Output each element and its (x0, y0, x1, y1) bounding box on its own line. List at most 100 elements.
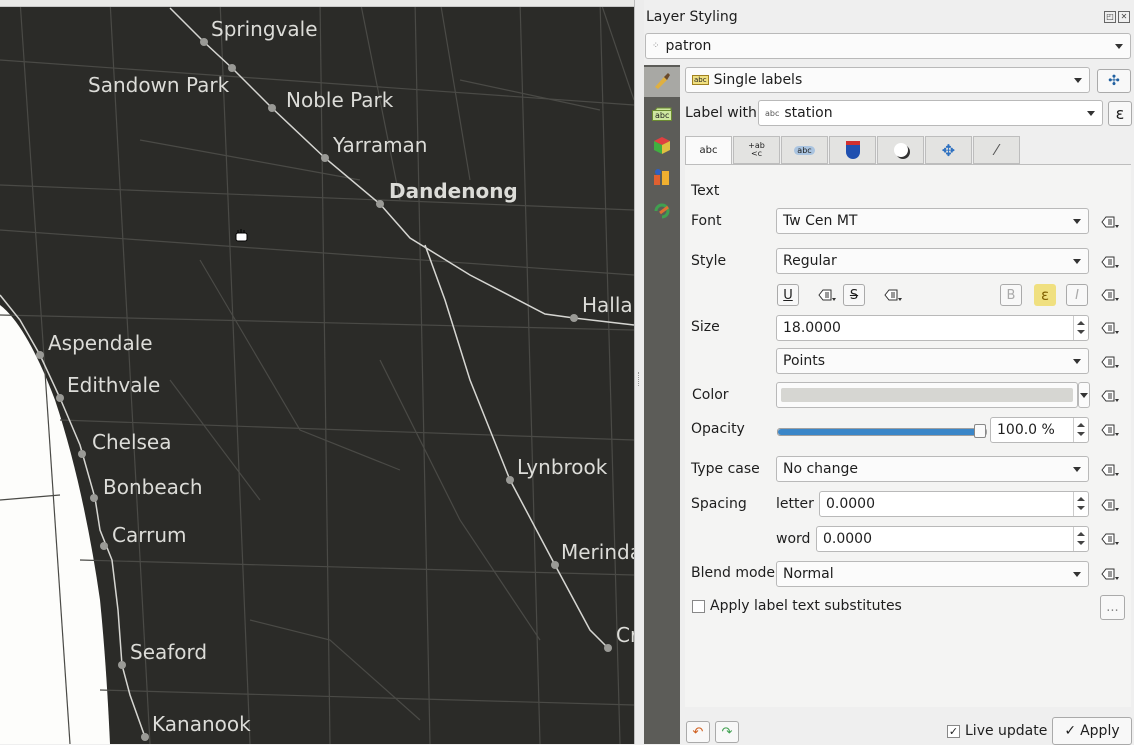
chevron-down-icon (1074, 78, 1082, 83)
station-dot (141, 733, 149, 741)
close-icon[interactable]: ✕ (1118, 11, 1130, 23)
title-buttons: ◰ ✕ (1104, 11, 1130, 23)
station-dot (321, 154, 329, 162)
style-value: Regular (783, 253, 837, 269)
label-with-tag-icon: abc (652, 106, 673, 122)
tab-text[interactable]: abc (685, 136, 732, 165)
styling-sidebar: abc (644, 65, 680, 744)
word-spacing-label: word (776, 531, 811, 547)
map-label: Cr (616, 623, 634, 647)
placement-icon: ✥ (941, 140, 956, 160)
spin-arrows-icon[interactable] (1073, 492, 1088, 516)
label-field-combo[interactable]: abc station (758, 100, 1103, 126)
tab-formatting-label: +ab <c (748, 141, 765, 158)
layer-combo-value: patron (665, 38, 712, 54)
strikeout-button[interactable]: S (843, 284, 865, 306)
data-defined-override-icon[interactable] (1099, 387, 1121, 405)
data-defined-override-icon[interactable] (882, 286, 904, 304)
spin-arrows-icon[interactable] (1073, 418, 1088, 442)
3d-view-icon[interactable] (652, 135, 672, 155)
opacity-slider[interactable] (777, 424, 987, 438)
data-defined-override-icon[interactable] (1099, 461, 1121, 479)
chevron-down-icon (1073, 359, 1081, 364)
map-canvas[interactable]: Springvale Sandown Park Noble Park Yarraman… (0, 0, 634, 744)
pan-cursor-icon (235, 229, 248, 242)
tab-rendering[interactable]: ⁄ (973, 136, 1020, 164)
diagrams-icon[interactable] (652, 167, 672, 187)
undo-icon: ↶ (692, 724, 704, 740)
word-spacing-value: 0.0000 (823, 531, 872, 547)
station-dot (376, 200, 384, 208)
bold-expression-icon[interactable]: ε (1034, 284, 1056, 306)
station-dot (228, 64, 236, 72)
map-label: Springvale (211, 17, 318, 41)
underline-button[interactable]: U (777, 284, 799, 306)
size-unit-value: Points (783, 353, 826, 369)
float-icon[interactable]: ◰ (1104, 11, 1116, 23)
expression-button[interactable]: ε (1108, 101, 1132, 126)
panel-title: Layer Styling (646, 9, 738, 25)
typecase-combo[interactable]: No change (776, 456, 1089, 482)
tab-buffer-label: abc (794, 145, 815, 155)
history-icon[interactable] (652, 199, 672, 219)
map-label: Merinda (561, 540, 634, 564)
substitutes-edit-button[interactable]: ... (1100, 595, 1125, 620)
apply-button[interactable]: ✓ Apply (1052, 717, 1132, 745)
substitutes-label: Apply label text substitutes (710, 598, 902, 614)
style-combo[interactable]: Regular (776, 248, 1089, 274)
map-label: Yarraman (332, 133, 427, 157)
font-combo[interactable]: Tw Cen MT (776, 208, 1089, 234)
station-dot (200, 38, 208, 46)
tab-formatting[interactable]: +ab <c (733, 136, 780, 164)
substitutes-checkbox[interactable] (692, 600, 705, 613)
blend-mode-combo[interactable]: Normal (776, 561, 1089, 587)
data-defined-override-icon[interactable] (1099, 353, 1121, 371)
live-update-label: Live update (965, 723, 1048, 739)
spin-arrows-icon[interactable] (1073, 316, 1088, 340)
data-defined-override-icon[interactable] (1099, 421, 1121, 439)
size-unit-combo[interactable]: Points (776, 348, 1089, 374)
data-defined-override-icon[interactable] (1099, 286, 1121, 304)
map-label: Chelsea (92, 430, 171, 454)
word-spacing-spinbox[interactable]: 0.0000 (816, 526, 1089, 552)
typecase-value: No change (783, 461, 859, 477)
tab-background[interactable] (829, 136, 876, 164)
redo-icon: ↷ (721, 724, 733, 740)
undo-button[interactable]: ↶ (686, 721, 710, 743)
tab-shadow[interactable] (877, 136, 924, 164)
opacity-spinbox[interactable]: 100.0 % (990, 417, 1089, 443)
data-defined-override-icon[interactable] (1099, 319, 1121, 337)
color-dropdown-button[interactable] (1078, 382, 1090, 408)
spin-arrows-icon[interactable] (1073, 527, 1088, 551)
live-update-checkbox[interactable]: ✓ (947, 725, 960, 738)
opacity-value: 100.0 % (997, 422, 1055, 438)
data-defined-override-icon[interactable] (816, 286, 838, 304)
layer-points-icon: ⁘ (652, 41, 660, 51)
data-defined-override-icon[interactable] (1099, 253, 1121, 271)
letter-spacing-spinbox[interactable]: 0.0000 (819, 491, 1089, 517)
data-defined-override-icon[interactable] (1099, 496, 1121, 514)
single-labels-icon: abc (692, 75, 709, 85)
data-defined-override-icon[interactable] (1099, 565, 1121, 583)
rule-settings-button[interactable]: ✣ (1097, 69, 1131, 93)
label-with-label: Label with (685, 105, 757, 121)
map-label: Sandown Park (88, 73, 230, 97)
chevron-down-icon (1115, 44, 1123, 49)
bold-button[interactable]: B (1000, 284, 1022, 306)
redo-button[interactable]: ↷ (715, 721, 739, 743)
data-defined-override-icon[interactable] (1099, 530, 1121, 548)
map-labels: Springvale Sandown Park Noble Park Yarraman… (48, 17, 634, 736)
color-button[interactable] (776, 382, 1078, 408)
size-spinbox[interactable]: 18.0000 (776, 315, 1089, 341)
layer-combo[interactable]: ⁘ patron (645, 33, 1131, 59)
splitter-grip[interactable] (638, 372, 641, 386)
layer-styling-panel: Layer Styling ◰ ✕ ⁘ patron abc abc Singl… (644, 0, 1134, 745)
italic-button[interactable]: I (1066, 284, 1088, 306)
paintbrush-icon[interactable] (652, 71, 672, 91)
data-defined-override-icon[interactable] (1099, 213, 1121, 231)
opacity-slider-handle[interactable] (974, 424, 986, 438)
map-label: Bonbeach (103, 475, 203, 499)
tab-buffer[interactable]: abc (781, 136, 828, 164)
renderer-combo[interactable]: abc Single labels (685, 67, 1090, 93)
tab-placement[interactable]: ✥ (925, 136, 972, 164)
